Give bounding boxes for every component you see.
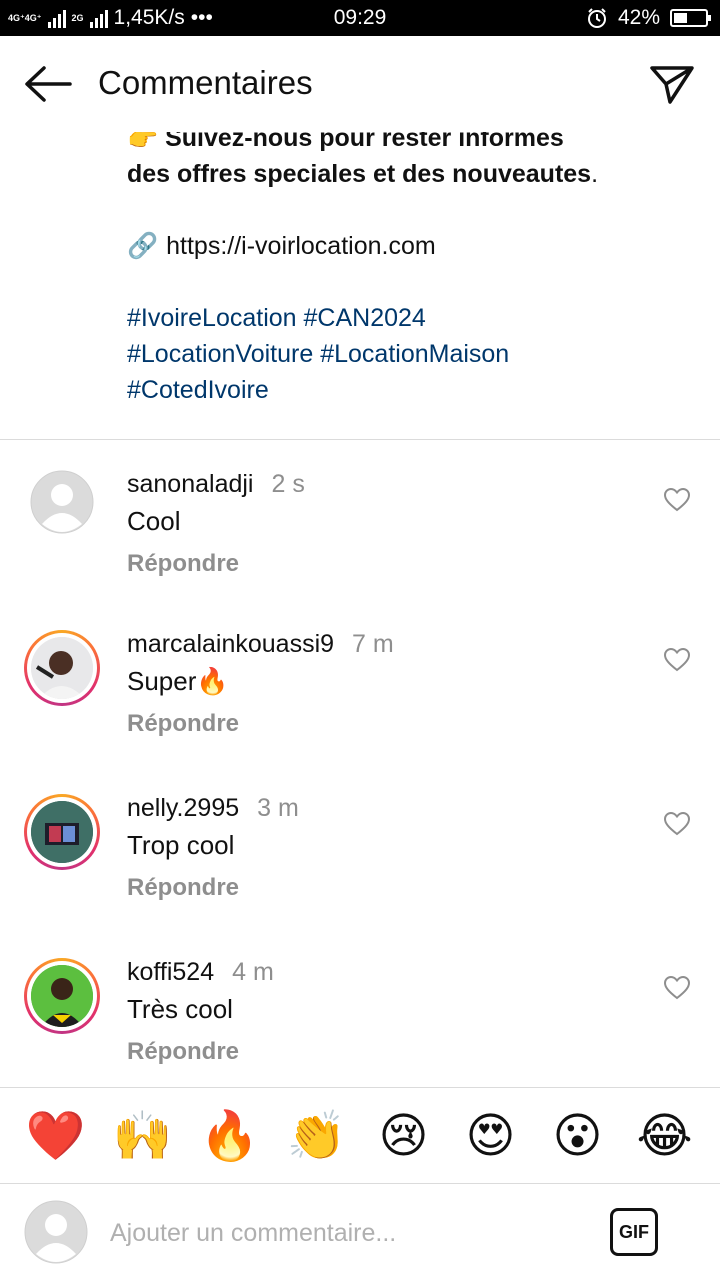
profile-photo <box>31 801 93 863</box>
emoji-sad[interactable]: 😢 <box>374 1106 434 1166</box>
post-caption: 👉 Suivez-nous pour rester informés des o… <box>127 120 697 408</box>
emoji-heart-eyes[interactable]: 😍 <box>461 1106 521 1166</box>
comment-input[interactable] <box>110 1212 580 1254</box>
battery-percent: 42% <box>617 6 660 29</box>
link-icon: 🔗 <box>127 231 159 260</box>
comment-username[interactable]: sanonaladji <box>127 470 254 498</box>
comment-text: Très cool <box>127 994 233 1024</box>
comment-time: 4 m <box>232 958 274 986</box>
hashtag-line[interactable]: #LocationVoiture #LocationMaison <box>127 336 697 372</box>
arrow-left-icon <box>25 66 72 102</box>
emoji-quick-bar: ❤️ 🙌 🔥 👏 😢 😍 😮 😂 <box>0 1088 720 1184</box>
comment-time: 7 m <box>352 630 394 658</box>
caption-link-row: 🔗 https://i-voirlocation.com <box>127 228 697 264</box>
back-button[interactable] <box>22 64 74 104</box>
hashtag-line[interactable]: #CotedIvoire <box>127 372 697 408</box>
comment-header: sanonaladji 2 s <box>127 470 305 499</box>
emoji-fire[interactable]: 🔥 <box>200 1106 260 1166</box>
comment-item: sanonaladji 2 s Cool Répondre <box>0 470 720 630</box>
emoji-heart[interactable]: ❤️ <box>26 1106 86 1166</box>
comment-text: Super🔥 <box>127 666 229 696</box>
reply-button[interactable]: Répondre <box>127 1038 239 1066</box>
comment-time: 3 m <box>257 794 299 822</box>
reply-button[interactable]: Répondre <box>127 874 239 902</box>
emoji-clapping[interactable]: 👏 <box>287 1106 347 1166</box>
caption-bold-text: des offres speciales et des nouveautes <box>127 160 592 188</box>
page-title: Commentaires <box>98 64 313 101</box>
battery-icon <box>670 9 711 27</box>
top-app-bar: Commentaires <box>0 36 720 132</box>
heart-icon[interactable] <box>664 488 690 512</box>
profile-photo <box>31 965 93 1027</box>
share-button[interactable] <box>648 62 696 106</box>
comment-text: Cool <box>127 506 181 536</box>
send-icon <box>650 66 694 104</box>
comment-header: marcalainkouassi9 7 m <box>127 630 394 659</box>
heart-icon[interactable] <box>664 812 690 836</box>
reply-button[interactable]: Répondre <box>127 710 239 738</box>
avatar[interactable] <box>30 470 94 534</box>
comment-item: nelly.2995 3 m Trop cool Répondre <box>0 794 720 954</box>
heart-icon[interactable] <box>664 648 690 672</box>
battery-fill <box>674 13 687 23</box>
caption-link[interactable]: https://i-voirlocation.com <box>166 228 436 264</box>
comment-header: nelly.2995 3 m <box>127 794 299 823</box>
emoji-laughing[interactable]: 😂 <box>635 1106 695 1166</box>
alarm-icon <box>587 8 606 28</box>
comment-composer: GIF <box>0 1184 720 1280</box>
default-avatar-icon <box>30 470 94 534</box>
hashtags: #IvoireLocation #CAN2024 #LocationVoitur… <box>127 300 697 408</box>
status-right: 42% <box>586 0 711 36</box>
emoji-surprised[interactable]: 😮 <box>548 1106 608 1166</box>
comment-username[interactable]: koffi524 <box>127 958 214 986</box>
comment-item: marcalainkouassi9 7 m Super🔥 Répondre <box>0 630 720 790</box>
gif-button[interactable]: GIF <box>610 1208 658 1256</box>
avatar[interactable] <box>24 958 100 1034</box>
default-avatar-icon <box>24 1200 88 1264</box>
caption-period: . <box>591 160 599 188</box>
caption-line-2: des offres speciales et des nouveautes. <box>127 156 697 192</box>
profile-photo <box>31 637 93 699</box>
heart-icon[interactable] <box>664 976 690 1000</box>
comment-username[interactable]: marcalainkouassi9 <box>127 630 334 658</box>
reply-button[interactable]: Répondre <box>127 550 239 578</box>
comment-time: 2 s <box>271 470 305 498</box>
comment-header: koffi524 4 m <box>127 958 274 987</box>
emoji-raising-hands[interactable]: 🙌 <box>113 1106 173 1166</box>
status-bar: 4G⁺4G⁺ 2G 1,45K/s ••• 09:29 42% <box>0 0 720 36</box>
avatar[interactable] <box>24 630 100 706</box>
avatar[interactable] <box>24 794 100 870</box>
comment-username[interactable]: nelly.2995 <box>127 794 239 822</box>
comment-text: Trop cool <box>127 830 235 860</box>
divider <box>0 439 720 440</box>
current-user-avatar <box>24 1200 88 1264</box>
hashtag-line[interactable]: #IvoireLocation #CAN2024 <box>127 300 697 336</box>
